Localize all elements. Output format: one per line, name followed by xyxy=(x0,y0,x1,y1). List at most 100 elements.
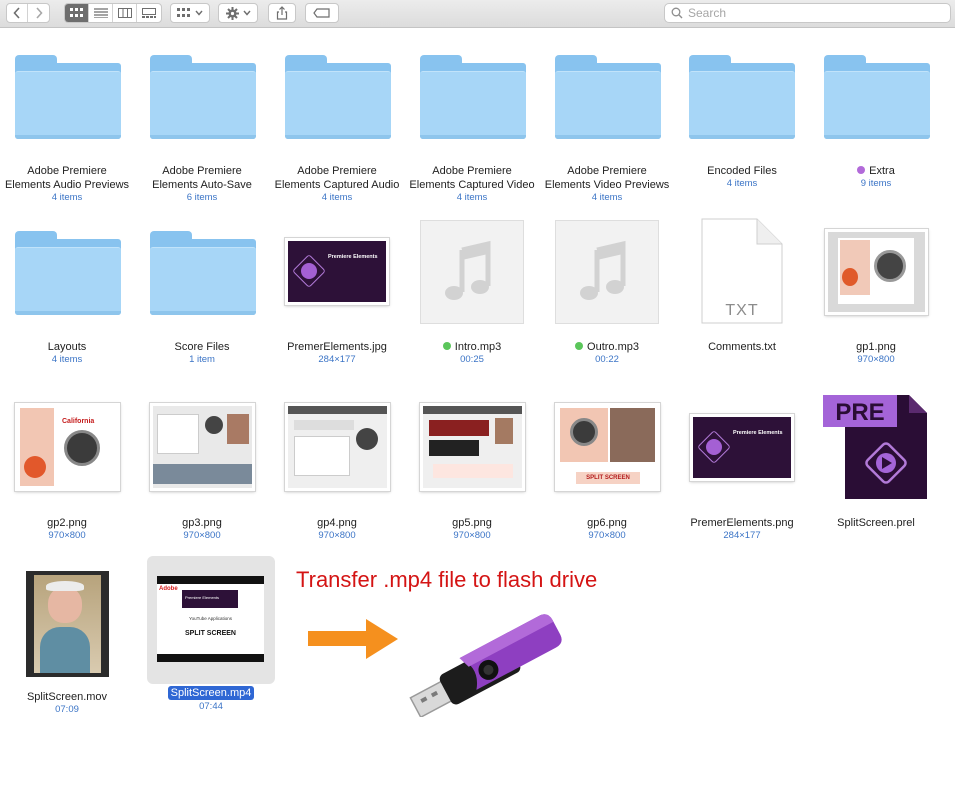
action-button[interactable] xyxy=(218,3,258,23)
thumb-box xyxy=(429,440,479,456)
forward-button[interactable] xyxy=(28,4,49,22)
gallery-icon xyxy=(142,8,156,18)
gallery-view-button[interactable] xyxy=(137,4,161,22)
file-item[interactable]: Intro.mp3 00:25 xyxy=(405,220,539,371)
thumb-bg xyxy=(153,406,252,488)
folder-item[interactable]: Adobe Premiere Elements Auto-Save 6 item… xyxy=(135,55,269,205)
folder-item[interactable]: Layouts 4 items xyxy=(0,231,134,371)
finder-toolbar: Search xyxy=(0,0,955,28)
file-item[interactable]: gp4.png 970×800 xyxy=(270,403,404,547)
folder-item[interactable]: Encoded Files 4 items xyxy=(675,55,809,205)
thumb-text: California xyxy=(62,418,95,425)
list-icon xyxy=(93,8,108,18)
search-field[interactable]: Search xyxy=(664,3,951,23)
folder-item[interactable]: Extra 9 items xyxy=(809,55,943,205)
item-label: Outro.mp3 xyxy=(540,340,674,354)
thumb-face xyxy=(48,587,82,623)
item-meta: 284×177 xyxy=(318,354,356,365)
file-item[interactable]: SPLIT SCREEN gp6.png 970×800 xyxy=(540,403,674,547)
folder-icon xyxy=(150,231,256,315)
file-item[interactable]: TXT Comments.txt xyxy=(675,218,809,371)
thumb-subtitle: YouTube Applications xyxy=(189,616,232,621)
doc-type-label: TXT xyxy=(725,302,759,319)
item-label-line2: Elements Video Previews xyxy=(544,179,670,191)
selected-filename[interactable]: SplitScreen.mp4 xyxy=(167,686,255,700)
item-label: Comments.txt xyxy=(708,341,776,353)
item-label: gp2.png xyxy=(47,517,87,529)
item-label: Encoded Files xyxy=(707,165,777,177)
item-meta: 284×177 xyxy=(723,530,761,541)
folder-icon xyxy=(15,55,121,139)
item-label-line1: Adobe Premiere xyxy=(567,165,647,177)
clock-icon xyxy=(874,250,906,282)
folder-icon xyxy=(420,55,526,139)
item-label: gp6.png xyxy=(587,517,627,529)
back-button[interactable] xyxy=(7,4,28,22)
item-meta: 4 items xyxy=(726,178,758,189)
thumb-bg: SPLIT SCREEN xyxy=(558,406,657,488)
file-item[interactable]: gp1.png 970×800 xyxy=(809,229,943,371)
file-item[interactable]: gp5.png 970×800 xyxy=(405,403,539,547)
image-thumbnail xyxy=(150,403,255,491)
item-label: gp1.png xyxy=(856,341,896,353)
thumb-bg: Premiere Elements xyxy=(693,417,791,478)
file-item[interactable]: gp3.png 970×800 xyxy=(135,403,269,547)
chevron-right-icon xyxy=(35,7,43,19)
folder-item[interactable]: Adobe Premiere Elements Video Previews 4… xyxy=(540,55,674,205)
image-thumbnail: Premiere Elements xyxy=(690,414,794,481)
group-by-button[interactable] xyxy=(170,3,210,23)
search-icon xyxy=(671,7,683,19)
thumb-photo xyxy=(227,414,249,444)
purple-tag-dot xyxy=(857,166,866,174)
column-view-button[interactable] xyxy=(113,4,137,22)
thumb-title: Premiere Elements xyxy=(185,595,220,600)
grid-icon xyxy=(177,8,190,17)
thumb-bg: California xyxy=(18,406,117,488)
folder-item[interactable]: Score Files 1 item xyxy=(135,231,269,371)
item-meta: 4 items xyxy=(51,354,83,365)
audio-thumbnail xyxy=(420,220,524,324)
thumb-timeline xyxy=(153,464,252,484)
thumb-cap xyxy=(46,581,84,591)
item-meta: 970×800 xyxy=(453,530,491,541)
clock-icon xyxy=(64,430,100,466)
item-label: Score Files xyxy=(174,341,230,353)
item-meta: 970×800 xyxy=(318,530,356,541)
share-button[interactable] xyxy=(268,3,296,23)
premiere-project-icon: PRE xyxy=(823,395,927,499)
item-meta: 1 item xyxy=(189,354,215,365)
thumb-text: SPLIT SCREEN xyxy=(185,630,236,637)
file-item[interactable]: Outro.mp3 00:22 xyxy=(540,220,674,371)
folder-item[interactable]: Adobe Premiere Elements Audio Previews 4… xyxy=(0,55,134,205)
folder-item[interactable]: Adobe Premiere Elements Captured Video 4… xyxy=(405,55,539,205)
icon-view-button[interactable] xyxy=(65,4,89,22)
item-label-line1: Adobe Premiere xyxy=(27,165,107,177)
file-item-selected[interactable]: Adobe Premiere Elements YouTube Applicat… xyxy=(144,570,278,720)
file-item[interactable]: Premiere Elements PremerElements.png 284… xyxy=(675,407,809,547)
file-item[interactable]: Premiere Elements PremerElements.jpg 284… xyxy=(270,231,404,371)
item-label: Extra xyxy=(809,164,943,178)
thumb-panel xyxy=(157,414,199,454)
item-meta: 4 items xyxy=(51,192,83,203)
file-item[interactable]: California gp2.png 970×800 xyxy=(0,403,134,547)
item-label-line1: Adobe Premiere xyxy=(162,165,242,177)
clock-icon xyxy=(570,418,598,446)
file-item[interactable]: SplitScreen.mov 07:09 xyxy=(0,570,134,720)
item-label: SplitScreen.mov xyxy=(26,691,108,703)
item-meta: 970×800 xyxy=(48,530,86,541)
item-meta: 970×800 xyxy=(183,530,221,541)
columns-icon xyxy=(117,8,132,18)
image-thumbnail xyxy=(825,229,928,315)
folder-item[interactable]: Adobe Premiere Elements Captured Audio 4… xyxy=(270,55,404,205)
play-icon xyxy=(706,439,722,455)
thumb-header xyxy=(423,406,522,414)
file-item[interactable]: PRE SplitScreen.prel xyxy=(809,395,943,547)
thumb-sun xyxy=(24,456,46,478)
item-name: Extra xyxy=(869,165,895,177)
thumb-bg xyxy=(288,406,387,488)
folder-icon xyxy=(824,55,930,139)
folder-icon xyxy=(15,231,121,315)
tags-button[interactable] xyxy=(305,3,339,23)
list-view-button[interactable] xyxy=(89,4,113,22)
gear-icon xyxy=(225,6,239,20)
